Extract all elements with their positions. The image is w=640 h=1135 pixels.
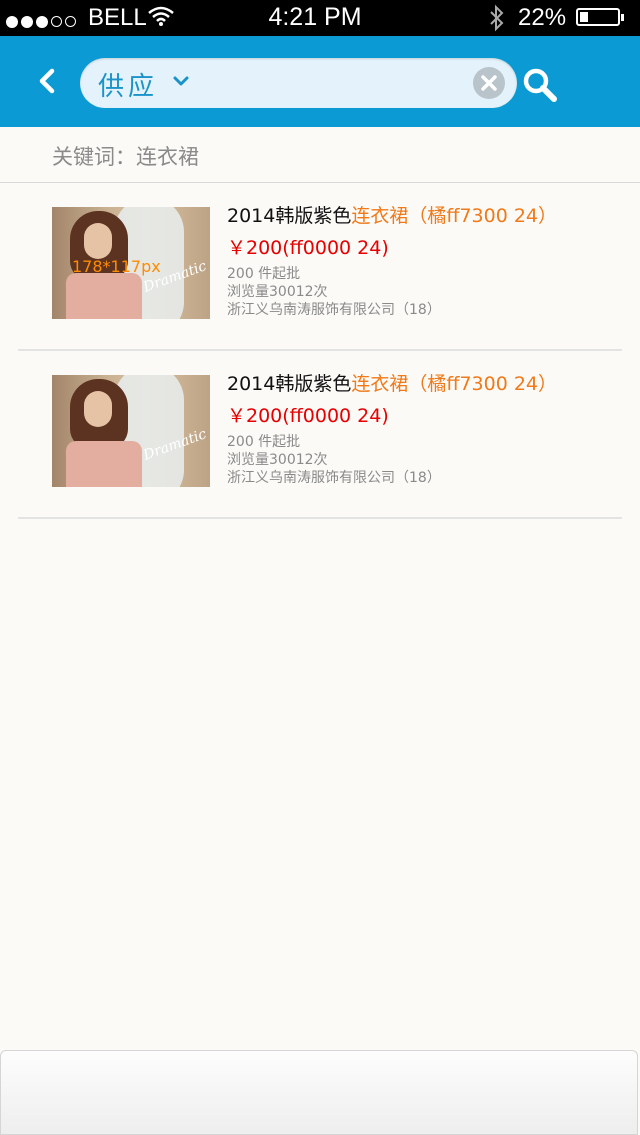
result-list: Dramatic 178*117px 2014韩版紫色连衣裙（橘ff7300 2… xyxy=(0,183,640,519)
product-title-highlight: 连衣裙（橘ff7300 24） xyxy=(351,373,558,395)
status-bar: BELL 4:21 PM 22% xyxy=(0,0,640,36)
search-input[interactable]: 供应 xyxy=(80,58,517,108)
view-count: 浏览量30012次 xyxy=(227,452,328,468)
bluetooth-icon xyxy=(490,4,504,32)
product-info: 2014韩版紫色连衣裙（橘ff7300 24） ￥200(ff0000 24) … xyxy=(227,203,627,319)
min-order: 200 件起批 xyxy=(227,266,301,282)
chevron-down-icon[interactable] xyxy=(172,72,190,90)
keyword-label: 关键词：连衣裙 xyxy=(52,145,199,169)
company-name: 浙江义乌南涛服饰有限公司（18） xyxy=(227,470,441,486)
back-button[interactable] xyxy=(34,66,60,96)
search-type-selector[interactable]: 供应 xyxy=(98,66,158,103)
product-title[interactable]: 2014韩版紫色连衣裙（橘ff7300 24） xyxy=(227,371,627,397)
product-info: 2014韩版紫色连衣裙（橘ff7300 24） ￥200(ff0000 24) … xyxy=(227,371,627,487)
bottom-toolbar xyxy=(0,1050,638,1135)
view-count: 浏览量30012次 xyxy=(227,284,328,300)
product-title-highlight: 连衣裙（橘ff7300 24） xyxy=(351,205,558,227)
battery-percent: 22% xyxy=(518,4,567,31)
list-item[interactable]: Dramatic 2014韩版紫色连衣裙（橘ff7300 24） ￥200(ff… xyxy=(18,351,622,519)
product-thumbnail[interactable]: Dramatic xyxy=(52,375,210,487)
product-price: ￥200(ff0000 24) xyxy=(227,405,389,427)
battery-icon xyxy=(576,8,624,26)
clear-icon[interactable] xyxy=(473,67,505,99)
company-name: 浙江义乌南涛服饰有限公司（18） xyxy=(227,302,441,318)
navigation-bar: 供应 xyxy=(0,36,640,127)
search-icon[interactable] xyxy=(521,66,559,104)
min-order: 200 件起批 xyxy=(227,434,301,450)
product-title[interactable]: 2014韩版紫色连衣裙（橘ff7300 24） xyxy=(227,203,627,229)
keyword-bar: 关键词：连衣裙 xyxy=(0,127,640,183)
product-price: ￥200(ff0000 24) xyxy=(227,237,389,259)
product-thumbnail[interactable]: Dramatic 178*117px xyxy=(52,207,210,319)
thumbnail-size-label: 178*117px xyxy=(72,257,161,276)
list-item[interactable]: Dramatic 178*117px 2014韩版紫色连衣裙（橘ff7300 2… xyxy=(18,183,622,351)
